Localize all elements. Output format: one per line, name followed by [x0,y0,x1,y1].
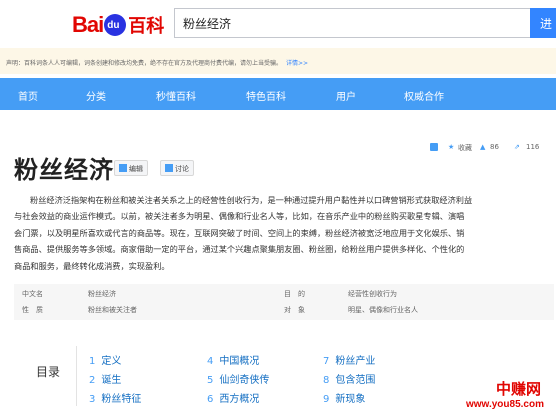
search-button[interactable]: 进 [530,8,556,38]
edit-label: 编辑 [129,165,143,173]
summary-paragraph: 粉丝经济泛指架构在粉丝和被关注者关系之上的经营性创收行为，是一种通过提升用户黏性… [14,192,554,274]
toc-link[interactable]: 粉丝特征 [101,394,141,405]
info-value: 明星、偶像和行业名人 [348,306,418,314]
toc-link[interactable]: 西方概况 [219,394,259,405]
logo-text-du: du [107,20,120,31]
logo-text-baike: 百科 [128,16,165,37]
toc-number: 8 [323,375,330,386]
toc-item[interactable]: 4 中国概况 [207,352,259,367]
toc-link[interactable]: 仙剑奇侠传 [219,375,269,386]
toc-number: 2 [89,375,96,386]
summary-line: 粉丝经济泛指架构在粉丝和被关注者关系之上的经营性创收行为，是一种通过提升用户黏性… [30,195,473,205]
disclaimer-text: 声明：百科词条人人可编辑，词条创建和修改均免费，绝不存在官方及代理商付费代编，请… [6,60,283,67]
toc-number: 1 [89,356,96,367]
nav-authority-cooperation[interactable]: 权威合作 [404,88,444,103]
info-key: 性 质 [22,306,43,314]
toc-link[interactable]: 诞生 [101,375,121,386]
summary-line: 售商品、提供服务等多领域。商家借助一定的平台，通过某个兴趣点聚集朋友圈、粉丝圈，… [14,244,465,255]
toc-item[interactable]: 5 仙剑奇侠传 [207,371,269,386]
thumbs-up-icon[interactable]: ▲ [480,143,485,151]
search-input[interactable]: 粉丝经济 [174,8,530,38]
info-key: 目 的 [284,290,305,298]
main-nav: 首页 分类 秒懂百科 特色百科 用户 权威合作 [0,78,556,110]
toc-label: 目录 [36,365,61,379]
table-of-contents: 1 定义 2 诞生 3 粉丝特征 4 中国概况 5 仙剑奇侠传 6 西方概况 7 粉丝产业 8… [76,346,556,406]
watermark-url: www.you85.com [466,399,544,410]
toc-link[interactable]: 粉丝产业 [335,356,375,367]
nav-users[interactable]: 用户 [336,88,356,103]
info-value: 粉丝经济 [88,290,116,298]
page-title: 粉丝经济 [14,156,114,184]
bookmark-icon[interactable] [430,143,438,151]
toc-number: 5 [207,375,214,386]
toc-item[interactable]: 7 粉丝产业 [323,352,375,367]
toc-item[interactable]: 9 新现象 [323,390,365,405]
info-key: 中文名 [22,290,43,298]
collect-label[interactable]: 收藏 [458,143,472,153]
summary-line: 商品和服务，最终转化成消费，实现盈利。 [14,260,170,271]
share-icon[interactable]: ⇗ [514,143,520,151]
disclaimer-banner: 声明：百科词条人人可编辑，词条创建和修改均免费，绝不存在官方及代理商付费代编，请… [0,48,556,74]
toc-item[interactable]: 8 包含范围 [323,371,375,386]
nav-home[interactable]: 首页 [18,88,38,103]
edit-button[interactable]: 编辑 [114,160,148,176]
toc-link[interactable]: 定义 [101,356,121,367]
top-bar: Bai du 百科 粉丝经济 进 [0,0,556,48]
discuss-label: 讨论 [175,165,189,173]
logo-text-bai: Bai [72,12,104,37]
star-icon: ★ [448,143,455,151]
nav-category[interactable]: 分类 [86,88,106,103]
toc-number: 6 [207,394,214,405]
toc-number: 9 [323,394,330,405]
nav-video-baike[interactable]: 秒懂百科 [156,88,196,103]
share-count: 116 [526,143,540,151]
toc-number: 4 [207,356,214,367]
basic-info-box: 中文名 粉丝经济 目 的 经营性创收行为 性 质 粉丝和被关注者 对 象 明星、… [14,284,554,320]
nav-featured-baike[interactable]: 特色百科 [246,88,286,103]
discuss-button[interactable]: 讨论 [160,160,194,176]
toc-item[interactable]: 2 诞生 [89,371,121,386]
toc-number: 7 [323,356,330,367]
info-value: 经营性创收行为 [348,290,397,298]
comment-icon [165,164,173,172]
toc-item[interactable]: 3 粉丝特征 [89,390,141,405]
summary-line: 会门票，以及明星所喜欢或代言的商品等。现在，互联网突破了时间、空间上的束缚，粉丝… [14,227,465,238]
toc-link[interactable]: 中国概况 [219,356,259,367]
paw-icon: du [104,14,127,36]
disclaimer-details-link[interactable]: 详情>> [286,60,308,67]
entry-toolbar: ★ 收藏 ▲ 86 ⇗ 116 [430,140,556,154]
like-count: 86 [490,143,499,151]
toc-item[interactable]: 1 定义 [89,352,121,367]
watermark-title: 中赚网 [496,380,542,398]
toc-link[interactable]: 包含范围 [335,375,375,386]
summary-line: 与社会效益的商业运作模式。以前，被关注者多为明星、偶像和行业名人等，比如，在音乐… [14,211,465,222]
pencil-icon [119,164,127,172]
toc-number: 3 [89,394,96,405]
baidu-baike-logo[interactable]: Bai du 百科 [72,12,164,38]
info-key: 对 象 [284,306,305,314]
toc-item[interactable]: 6 西方概况 [207,390,259,405]
toc-link[interactable]: 新现象 [335,394,365,405]
info-value: 粉丝和被关注者 [88,306,137,314]
